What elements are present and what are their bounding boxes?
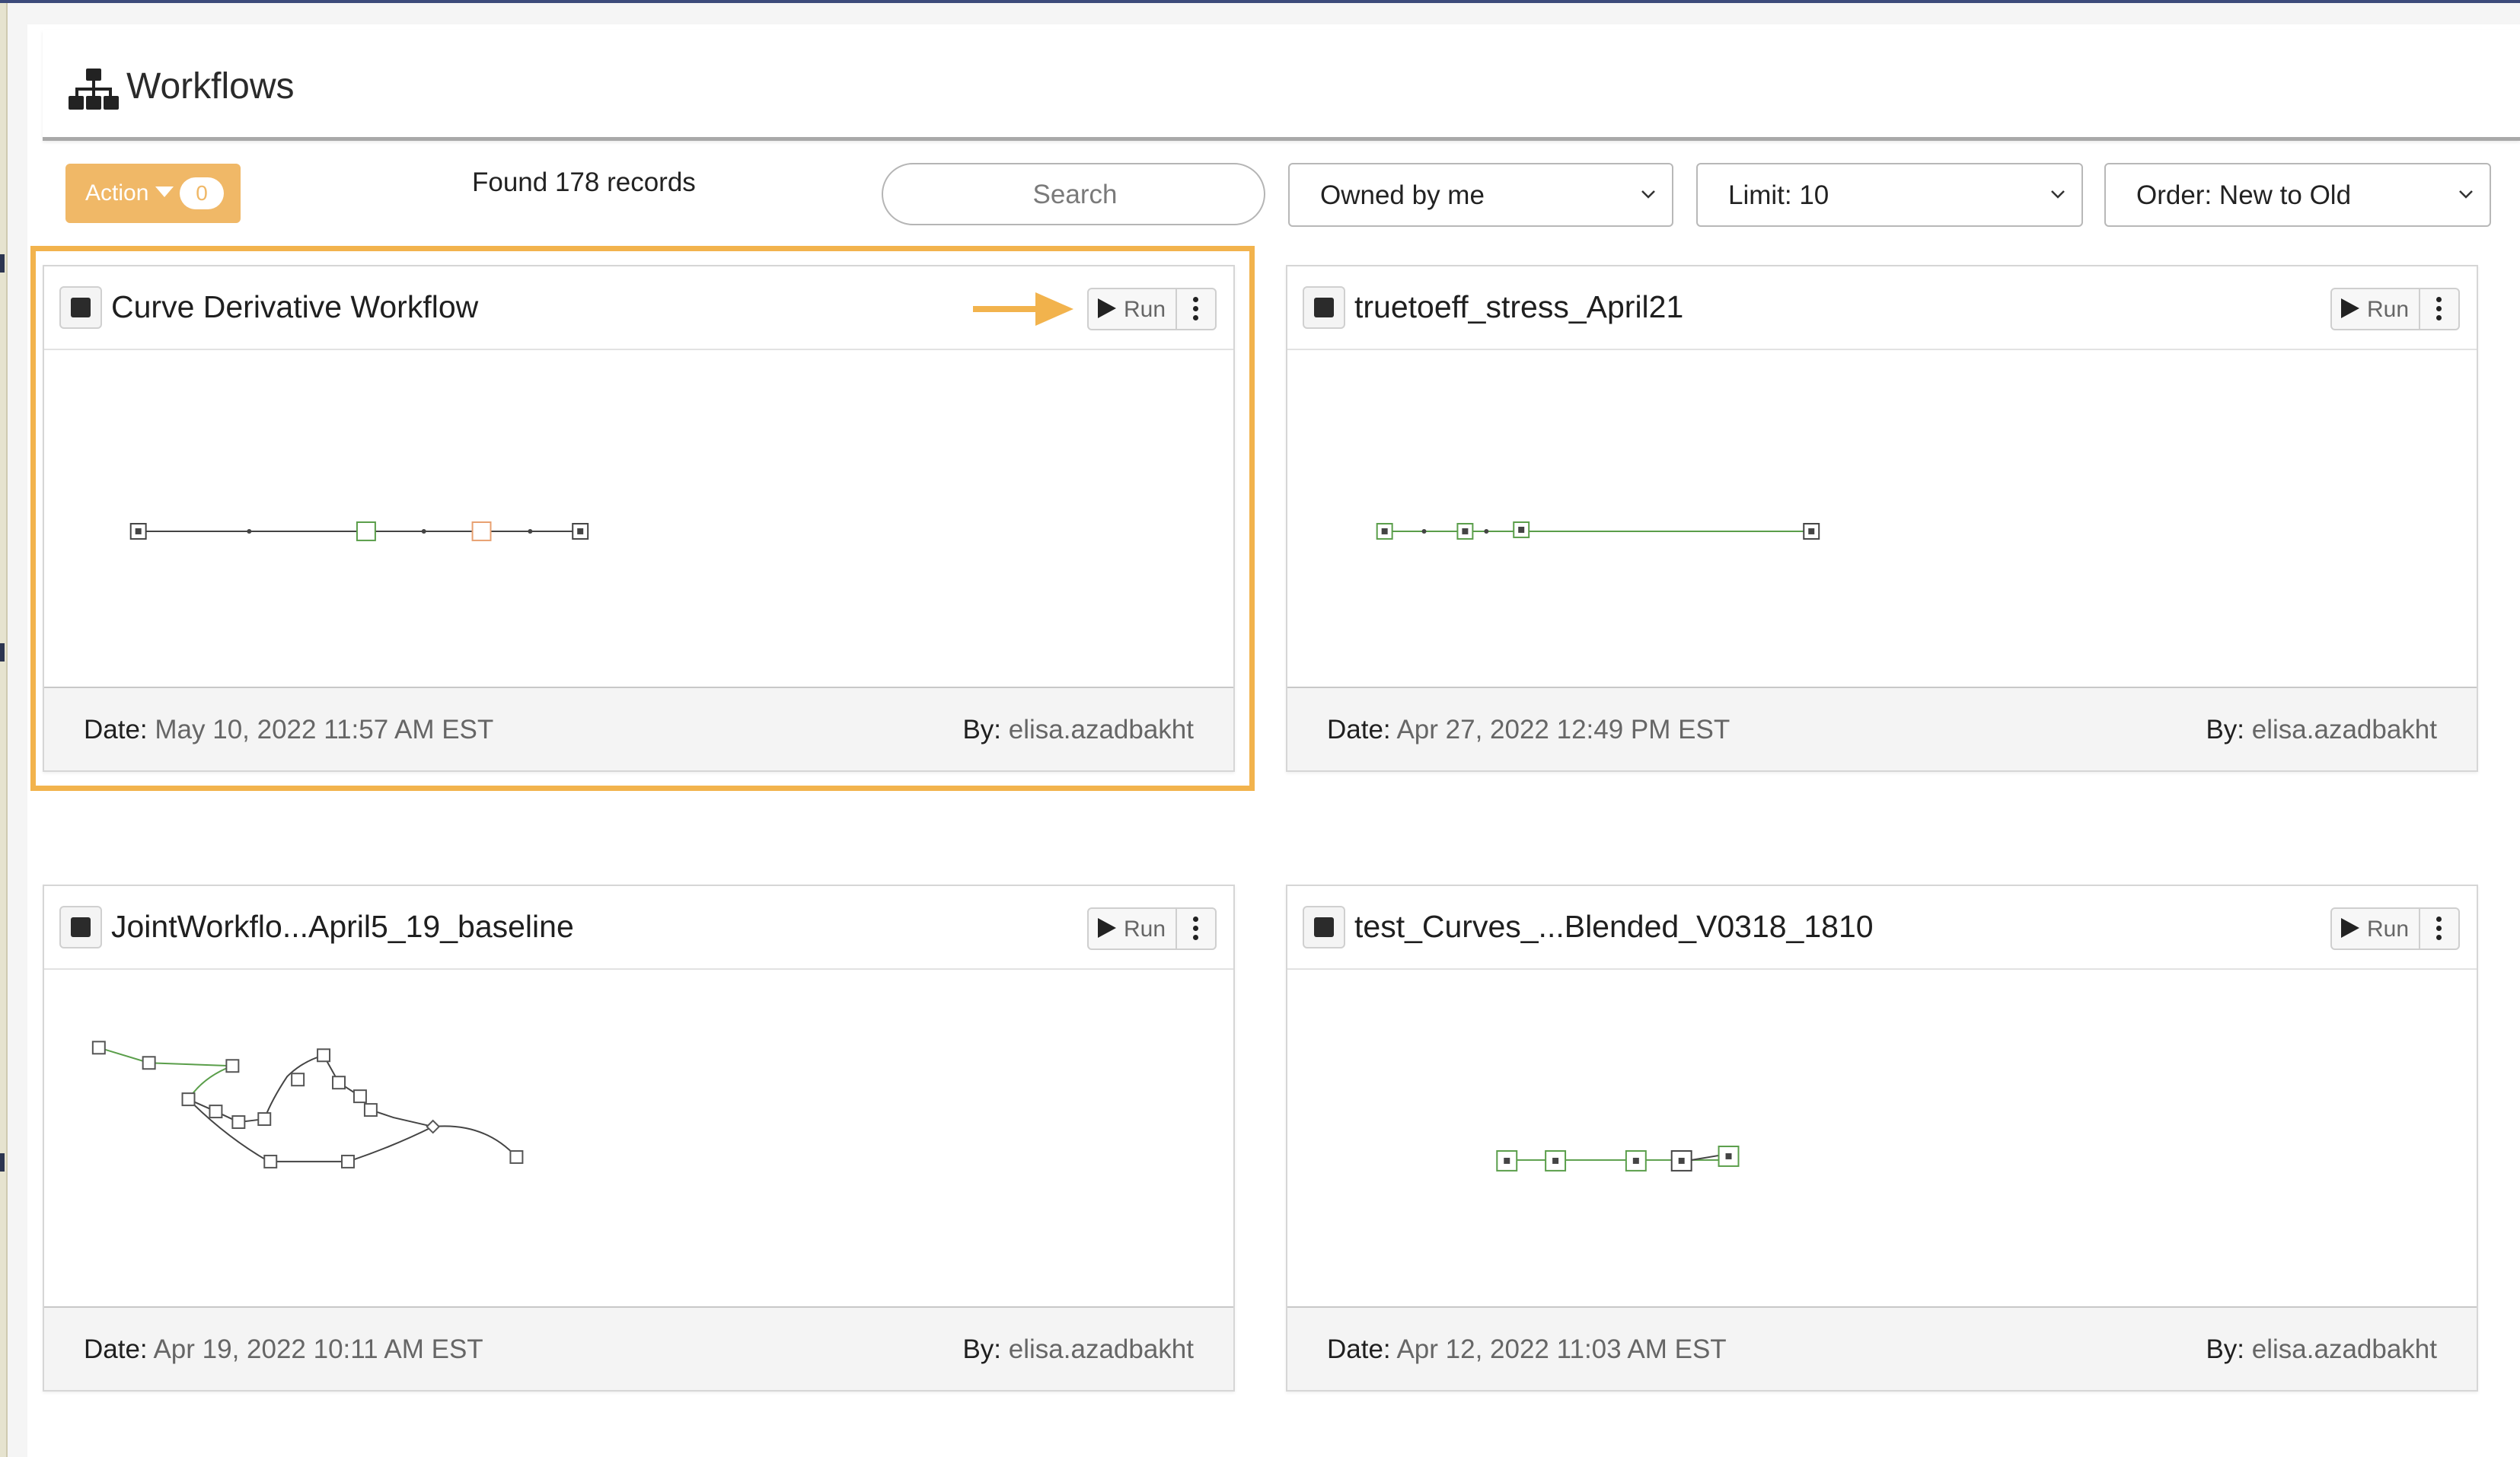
selected-count-badge: 0: [180, 177, 224, 209]
kebab-dot: [2436, 297, 2442, 302]
author-value: elisa.azadbakht: [1008, 1334, 1194, 1364]
kebab-dot: [1193, 917, 1198, 922]
workflow-card: truetoeff_stress_April21 Run Date: Apr 2…: [1286, 265, 2478, 772]
run-label: Run: [2367, 297, 2410, 322]
date-value: Apr 12, 2022 11:03 AM EST: [1396, 1334, 1727, 1364]
card-header: JointWorkflo...April5_19_baseline Run: [44, 886, 1233, 970]
author-field: By: elisa.azadbakht: [2206, 1334, 2437, 1366]
author-label: By:: [2206, 1334, 2245, 1364]
kebab-dot: [2436, 917, 2442, 922]
play-icon: [2341, 298, 2359, 318]
run-button[interactable]: Run: [2332, 289, 2420, 329]
action-label: Action: [85, 180, 149, 206]
workflow-card: JointWorkflo...April5_19_baseline Run Da…: [43, 885, 1235, 1392]
date-value: Apr 27, 2022 12:49 PM EST: [1396, 715, 1731, 744]
limit-select[interactable]: Limit: 10: [1696, 163, 2083, 227]
card-footer: Date: Apr 19, 2022 10:11 AM EST By: elis…: [44, 1306, 1233, 1390]
limit-value: Limit: 10: [1728, 180, 1829, 210]
chevron-down-icon: [2459, 190, 2473, 199]
more-options-button[interactable]: [1175, 909, 1215, 948]
left-edge-marker: [0, 1153, 5, 1172]
author-label: By:: [2206, 715, 2245, 744]
checkbox-fill: [1314, 298, 1334, 317]
order-select[interactable]: Order: New to Old: [2104, 163, 2491, 227]
run-button-group: Run: [1087, 907, 1217, 950]
page-title: Workflows: [126, 66, 295, 107]
kebab-dot: [2436, 926, 2442, 931]
chevron-down-icon: [1641, 190, 1655, 199]
date-field: Date: Apr 27, 2022 12:49 PM EST: [1327, 714, 1730, 746]
workflow-graph-preview[interactable]: [1287, 350, 2477, 687]
workflow-title[interactable]: test_Curves_...Blended_V0318_1810: [1354, 907, 1874, 945]
action-dropdown-button[interactable]: Action 0: [65, 164, 241, 223]
workflow-title[interactable]: truetoeff_stress_April21: [1354, 288, 1683, 326]
workflow-card: test_Curves_...Blended_V0318_1810 Run Da…: [1286, 885, 2478, 1392]
more-options-button[interactable]: [2419, 289, 2458, 329]
window-top-border: [0, 0, 2520, 3]
card-header: test_Curves_...Blended_V0318_1810 Run: [1287, 886, 2477, 970]
left-edge-strip: [0, 3, 8, 1457]
owner-filter-value: Owned by me: [1320, 180, 1485, 210]
play-icon: [2341, 918, 2359, 938]
kebab-dot: [1193, 935, 1198, 940]
kebab-dot: [2436, 315, 2442, 320]
workflow-graph-preview[interactable]: [1287, 970, 2477, 1306]
run-button[interactable]: Run: [2332, 909, 2420, 948]
chevron-down-icon: [2051, 190, 2065, 199]
play-icon: [1098, 918, 1116, 938]
left-edge-marker: [0, 254, 5, 273]
date-field: Date: Apr 19, 2022 10:11 AM EST: [84, 1334, 483, 1366]
date-label: Date:: [84, 1334, 148, 1364]
left-edge-marker: [0, 643, 5, 662]
select-checkbox[interactable]: [59, 906, 102, 948]
checkbox-fill: [71, 917, 91, 937]
search-box: [882, 163, 1265, 225]
kebab-dot: [2436, 935, 2442, 940]
search-input[interactable]: [885, 166, 1265, 224]
record-count: Found 178 records: [472, 167, 696, 197]
card-footer: Date: Apr 12, 2022 11:03 AM EST By: elis…: [1287, 1306, 2477, 1390]
date-field: Date: Apr 12, 2022 11:03 AM EST: [1327, 1334, 1727, 1366]
card-footer: Date: Apr 27, 2022 12:49 PM EST By: elis…: [1287, 687, 2477, 770]
author-value: elisa.azadbakht: [2251, 1334, 2437, 1364]
more-options-button[interactable]: [2419, 909, 2458, 948]
date-value: Apr 19, 2022 10:11 AM EST: [153, 1334, 483, 1364]
run-button-group: Run: [2330, 907, 2460, 950]
page-header: Workflows: [43, 30, 2520, 141]
card-header: truetoeff_stress_April21 Run: [1287, 266, 2477, 350]
caret-down-icon: [155, 187, 174, 197]
owner-filter-select[interactable]: Owned by me: [1288, 163, 1673, 227]
run-button[interactable]: Run: [1089, 909, 1177, 948]
author-field: By: elisa.azadbakht: [962, 1334, 1194, 1366]
run-button-group: Run: [2330, 288, 2460, 330]
kebab-dot: [2436, 306, 2442, 311]
date-label: Date:: [1327, 1334, 1391, 1364]
checkbox-fill: [1314, 917, 1334, 937]
select-checkbox[interactable]: [1303, 906, 1345, 948]
author-field: By: elisa.azadbakht: [2206, 714, 2437, 746]
run-label: Run: [1124, 917, 1166, 942]
workflow-graph-preview[interactable]: [44, 970, 1233, 1306]
date-label: Date:: [1327, 715, 1391, 744]
select-checkbox[interactable]: [1303, 286, 1345, 329]
order-value: Order: New to Old: [2136, 180, 2352, 210]
author-label: By:: [962, 1334, 1002, 1364]
author-value: elisa.azadbakht: [2251, 715, 2437, 744]
run-label: Run: [2367, 917, 2410, 942]
sitemap-icon: [69, 69, 119, 110]
workflow-title[interactable]: JointWorkflo...April5_19_baseline: [111, 907, 574, 945]
arrow-right-icon: [973, 292, 1073, 326]
kebab-dot: [1193, 926, 1198, 931]
